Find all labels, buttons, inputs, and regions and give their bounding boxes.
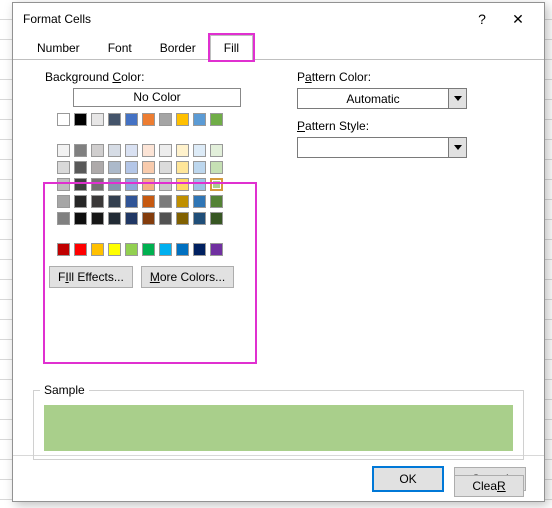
color-swatch[interactable] [57, 243, 70, 256]
titlebar[interactable]: Format Cells ? ✕ [13, 3, 544, 35]
color-swatch[interactable] [108, 212, 121, 225]
format-cells-dialog: Format Cells ? ✕ Number Font Border Fill… [12, 2, 545, 502]
color-swatch[interactable] [142, 161, 155, 174]
standard-colors-row [57, 243, 524, 256]
color-swatch[interactable] [125, 243, 138, 256]
color-swatch[interactable] [159, 178, 172, 191]
color-swatch[interactable] [159, 243, 172, 256]
pattern-style-label: Pattern Style: [297, 119, 524, 133]
color-swatch[interactable] [210, 144, 223, 157]
color-swatch[interactable] [142, 212, 155, 225]
window-title: Format Cells [21, 12, 464, 26]
color-swatch[interactable] [176, 178, 189, 191]
clear-button[interactable]: CleaR [454, 475, 524, 497]
color-swatch[interactable] [74, 212, 87, 225]
color-swatch[interactable] [193, 212, 206, 225]
color-swatch[interactable] [108, 113, 121, 126]
color-swatch[interactable] [108, 161, 121, 174]
more-colors-button[interactable]: More Colors... [141, 266, 234, 288]
color-swatch[interactable] [125, 113, 138, 126]
color-swatch[interactable] [57, 161, 70, 174]
color-swatch[interactable] [125, 178, 138, 191]
color-swatch[interactable] [74, 195, 87, 208]
color-swatch[interactable] [57, 144, 70, 157]
color-swatch[interactable] [57, 113, 70, 126]
fill-effects-button[interactable]: FIll Effects... [49, 266, 133, 288]
color-swatch[interactable] [91, 113, 104, 126]
color-swatch[interactable] [176, 212, 189, 225]
color-swatch[interactable] [108, 195, 121, 208]
color-swatch[interactable] [91, 178, 104, 191]
pattern-color-combo[interactable]: Automatic [297, 88, 467, 109]
color-swatch[interactable] [159, 144, 172, 157]
color-swatch[interactable] [91, 195, 104, 208]
color-swatch[interactable] [193, 195, 206, 208]
tab-number[interactable]: Number [23, 35, 94, 60]
color-swatch[interactable] [159, 161, 172, 174]
color-swatch[interactable] [108, 144, 121, 157]
color-swatch[interactable] [142, 195, 155, 208]
color-swatch[interactable] [142, 178, 155, 191]
chevron-down-icon[interactable] [448, 89, 466, 108]
no-color-button[interactable]: No Color [73, 88, 241, 107]
tab-strip: Number Font Border Fill [13, 35, 544, 60]
color-swatch[interactable] [210, 243, 223, 256]
color-swatch[interactable] [159, 195, 172, 208]
color-swatch[interactable] [125, 161, 138, 174]
color-swatch[interactable] [176, 161, 189, 174]
color-swatch[interactable] [57, 195, 70, 208]
pattern-style-combo[interactable] [297, 137, 467, 158]
color-swatch[interactable] [193, 113, 206, 126]
color-swatch[interactable] [91, 243, 104, 256]
sample-group: Sample [33, 390, 524, 460]
pattern-color-value: Automatic [298, 92, 448, 106]
color-swatch[interactable] [142, 144, 155, 157]
color-swatch[interactable] [74, 113, 87, 126]
color-swatch[interactable] [176, 144, 189, 157]
color-swatch[interactable] [210, 161, 223, 174]
color-swatch[interactable] [210, 113, 223, 126]
color-swatch[interactable] [91, 212, 104, 225]
color-swatch[interactable] [193, 178, 206, 191]
tab-font[interactable]: Font [94, 35, 146, 60]
color-swatch[interactable] [74, 178, 87, 191]
color-swatch[interactable] [142, 243, 155, 256]
chevron-down-icon[interactable] [448, 138, 466, 157]
dialog-body: Background Color: No Color FIll Effects.… [13, 60, 544, 455]
color-swatch[interactable] [125, 144, 138, 157]
color-swatch[interactable] [159, 113, 172, 126]
color-swatch[interactable] [125, 195, 138, 208]
color-swatch[interactable] [125, 212, 138, 225]
color-swatch[interactable] [57, 212, 70, 225]
help-button[interactable]: ? [464, 11, 500, 27]
sample-swatch [44, 405, 513, 451]
color-swatch[interactable] [210, 195, 223, 208]
color-swatch[interactable] [176, 243, 189, 256]
color-swatch[interactable] [193, 144, 206, 157]
pattern-color-label: Pattern Color: [297, 70, 524, 84]
color-swatch[interactable] [91, 161, 104, 174]
color-swatch[interactable] [108, 178, 121, 191]
color-swatch[interactable] [74, 243, 87, 256]
color-swatch[interactable] [108, 243, 121, 256]
sample-label: Sample [40, 383, 89, 397]
color-swatch[interactable] [210, 212, 223, 225]
color-swatch[interactable] [57, 178, 70, 191]
color-swatch[interactable] [159, 212, 172, 225]
color-swatch[interactable] [74, 161, 87, 174]
color-swatch[interactable] [193, 161, 206, 174]
color-swatch[interactable] [176, 113, 189, 126]
color-swatch[interactable] [91, 144, 104, 157]
tab-fill[interactable]: Fill [210, 35, 253, 60]
color-swatch[interactable] [142, 113, 155, 126]
color-swatch[interactable] [176, 195, 189, 208]
color-swatch[interactable] [74, 144, 87, 157]
tab-border[interactable]: Border [146, 35, 210, 60]
color-swatch[interactable] [210, 178, 223, 191]
close-button[interactable]: ✕ [500, 11, 536, 28]
ok-button[interactable]: OK [372, 466, 444, 492]
color-swatch[interactable] [193, 243, 206, 256]
